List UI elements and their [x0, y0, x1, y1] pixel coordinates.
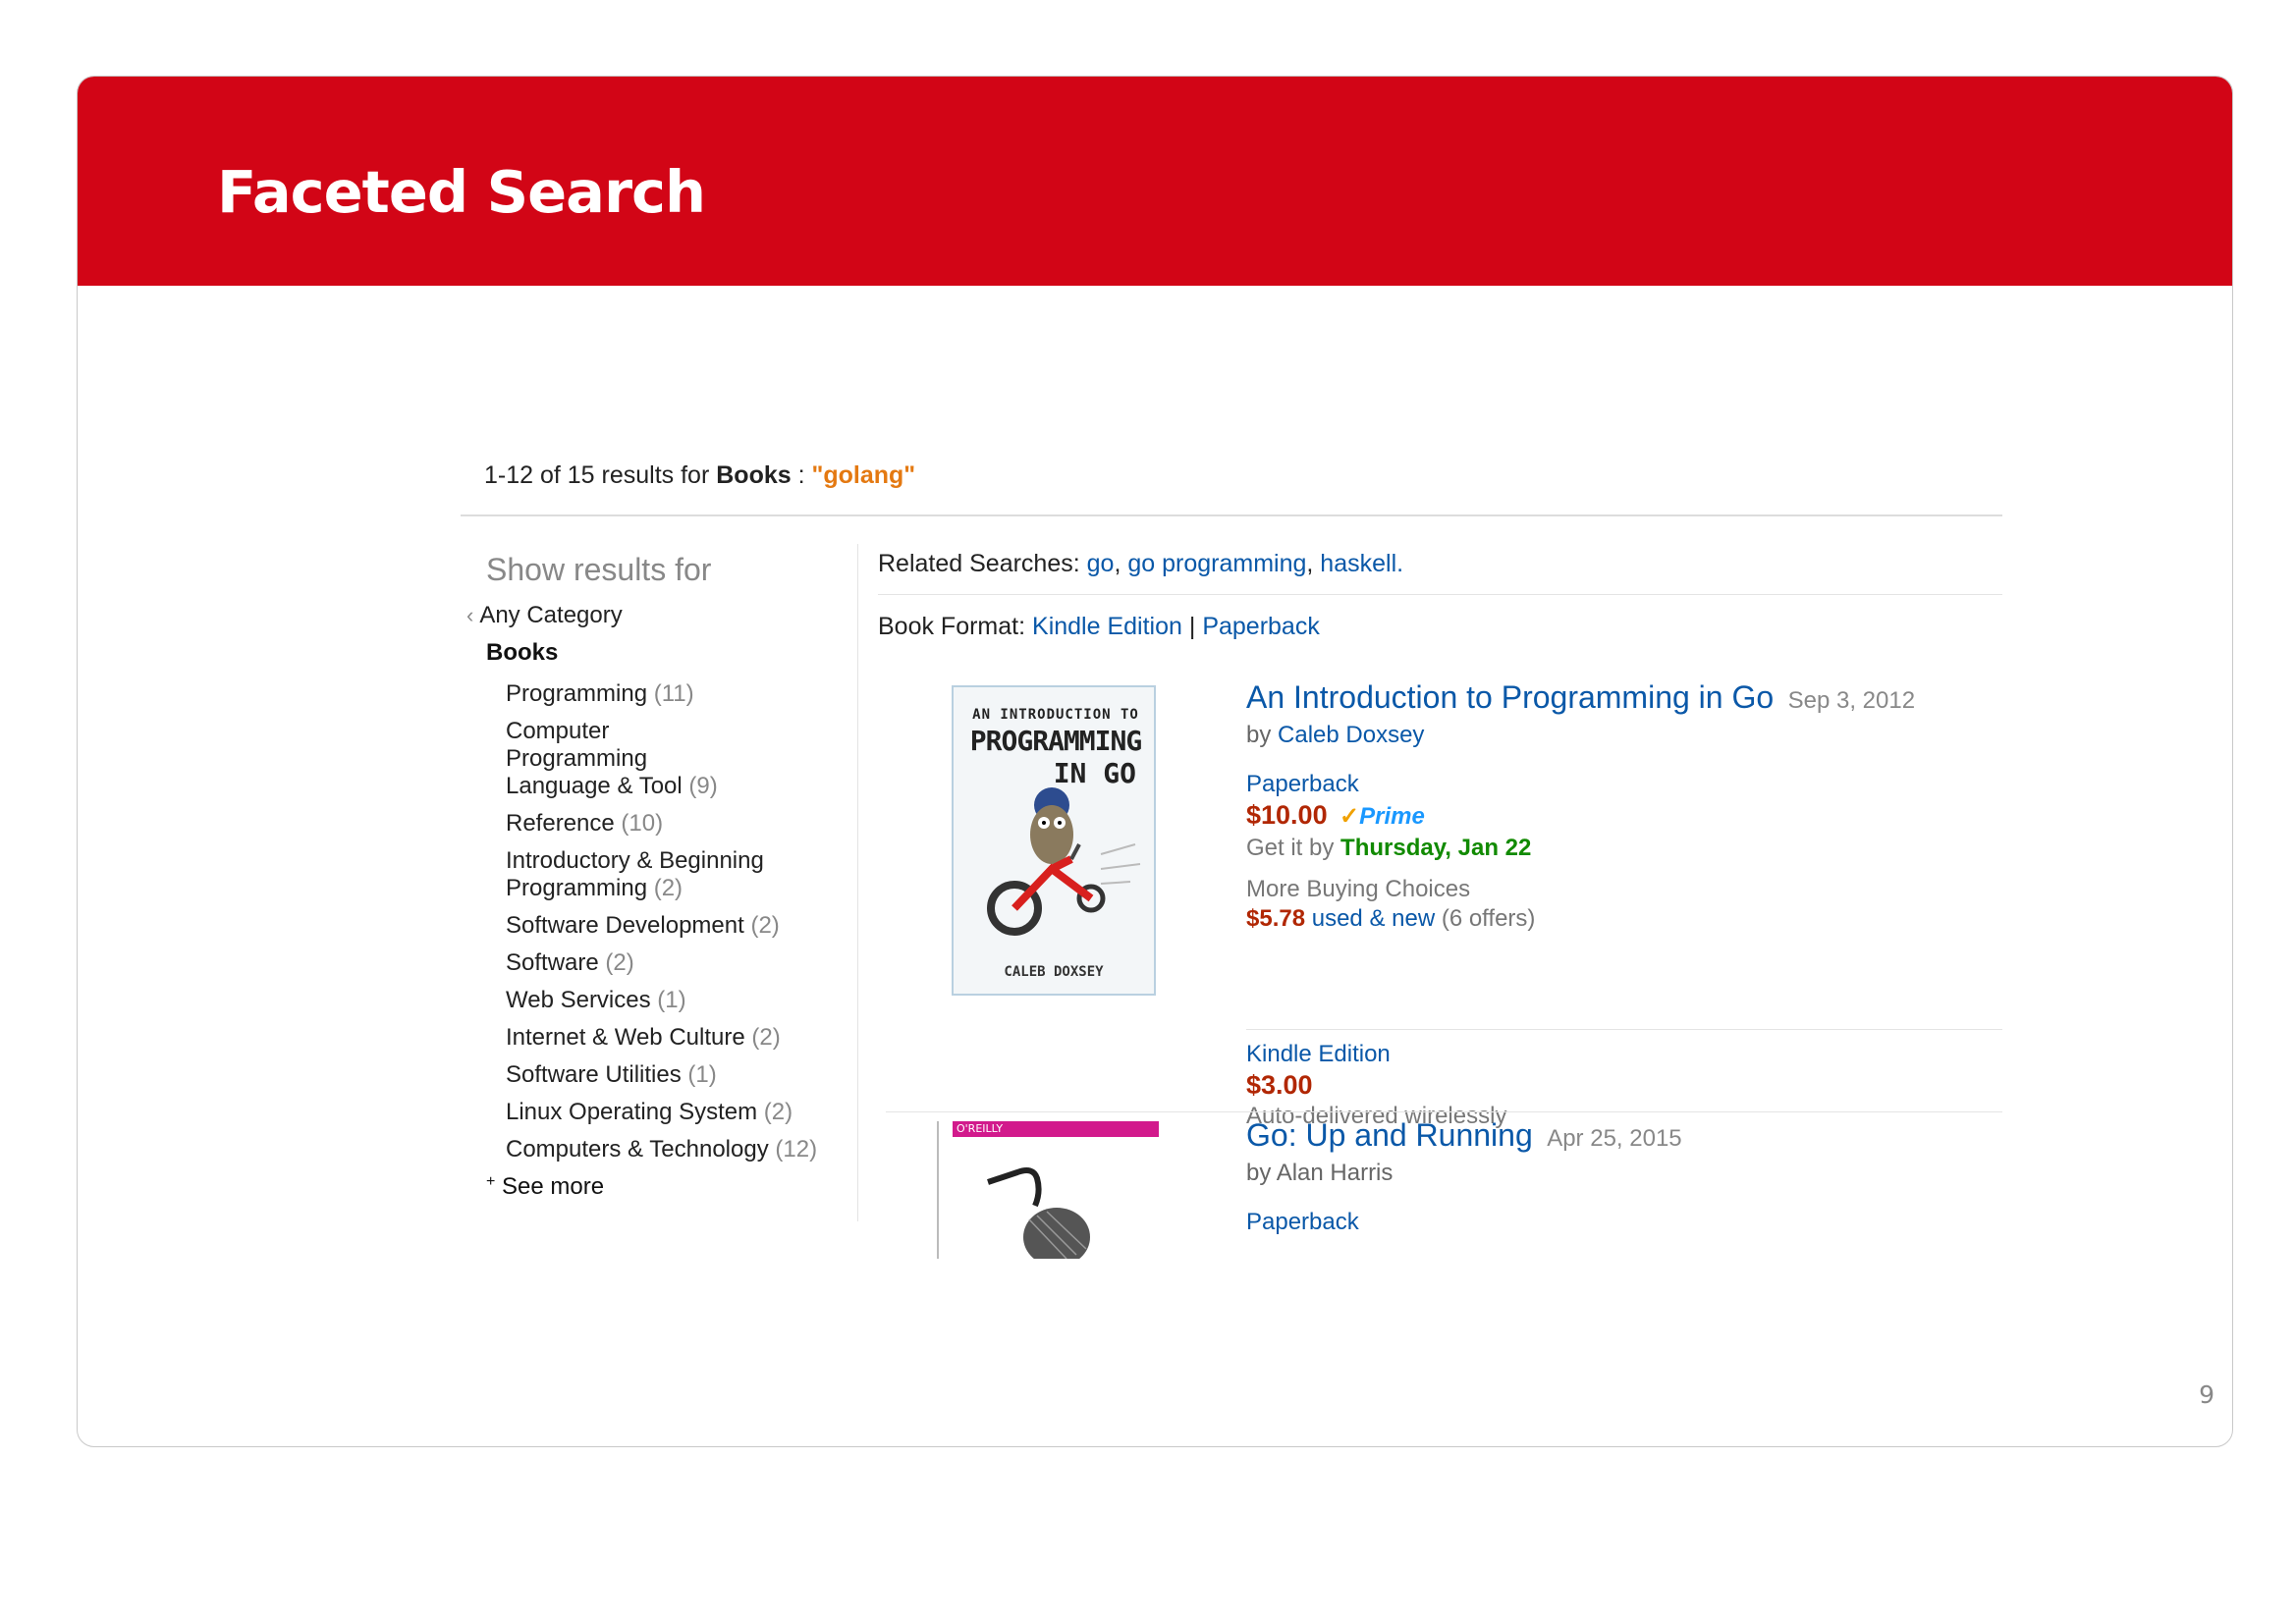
divider: [886, 1111, 2002, 1112]
category-label: Programming: [506, 680, 648, 707]
book-cover-image[interactable]: AN INTRODUCTION TO PROGRAMMING IN GO CAL…: [952, 685, 1156, 996]
check-icon: ✓: [1339, 803, 1360, 830]
divider: [878, 594, 2002, 595]
product-date: Sep 3, 2012: [1787, 687, 1916, 714]
book-format-label: Book Format:: [878, 613, 1026, 640]
kindle-price: $3.00: [1246, 1070, 1313, 1100]
results-colon: :: [797, 461, 805, 489]
product-info: An Introduction to Programming in Go Sep…: [1246, 679, 1915, 933]
category-count: (2): [751, 1024, 781, 1051]
title-banner: Faceted Search: [78, 77, 2232, 286]
category-item-computers-technology[interactable]: Computers & Technology (12): [506, 1136, 849, 1163]
slide-title: Faceted Search: [217, 158, 706, 226]
category-item-reference[interactable]: Reference (10): [506, 810, 849, 838]
category-label: Software Development: [506, 912, 744, 939]
category-count: (11): [653, 680, 694, 707]
category-item-software-development[interactable]: Software Development (2): [506, 912, 849, 940]
category-count: (2): [763, 1099, 793, 1125]
any-category-label: Any Category: [479, 602, 623, 628]
any-category-link[interactable]: ‹ Any Category: [466, 602, 849, 629]
product-title-link[interactable]: An Introduction to Programming in Go: [1246, 679, 1774, 715]
category-label: Computer Programming Language & Tool: [506, 718, 683, 799]
used-price: $5.78: [1246, 905, 1306, 932]
divider: [461, 514, 2002, 516]
product-info: Go: Up and Running Apr 25, 2015 by Alan …: [1246, 1117, 1682, 1236]
category-label: Linux Operating System: [506, 1099, 758, 1125]
category-label: Introductory & Beginning Programming: [506, 847, 764, 901]
book-cover-image[interactable]: O'REILLY: [937, 1121, 1175, 1259]
format-paperback-link[interactable]: Paperback: [1246, 771, 1915, 798]
delivery-prefix: Get it by: [1246, 835, 1335, 861]
product-date: Apr 25, 2015: [1547, 1125, 1682, 1152]
more-buying-choices: More Buying Choices: [1246, 876, 1471, 902]
heron-illustration: [987, 1167, 1090, 1259]
byline-prefix: by: [1246, 722, 1272, 748]
screenshot-search-results: 1-12 of 15 results for Books : "golang" …: [461, 442, 2002, 1259]
book-format-filter: Book Format: Kindle Edition | Paperback: [878, 613, 2002, 641]
category-item-internet-web-culture[interactable]: Internet & Web Culture (2): [506, 1024, 849, 1052]
product-byline: by Alan Harris: [1246, 1160, 1394, 1186]
see-more-link[interactable]: + See more: [486, 1173, 849, 1201]
category-item-software[interactable]: Software (2): [506, 949, 849, 977]
category-label: Software: [506, 949, 599, 976]
category-item-introductory-beginning[interactable]: Introductory & Beginning Programming (2): [506, 847, 791, 902]
page-number: 9: [2199, 1380, 2214, 1409]
category-item-web-services[interactable]: Web Services (1): [506, 987, 849, 1014]
format-paperback-link[interactable]: Paperback: [1202, 613, 1320, 640]
product-byline: by Caleb Doxsey: [1246, 722, 1915, 749]
format-separator: |: [1188, 613, 1196, 640]
results-summary: 1-12 of 15 results for Books : "golang": [484, 461, 915, 490]
slide: Faceted Search 1-12 of 15 results for Bo…: [77, 76, 2233, 1447]
category-item-programming[interactable]: Programming (11): [506, 680, 849, 708]
plus-icon: +: [486, 1173, 496, 1190]
category-count: (1): [687, 1061, 717, 1088]
category-facet-sidebar: Show results for ‹ Any Category Books Pr…: [466, 552, 849, 1201]
gopher-bike-illustration: [987, 787, 1141, 936]
divider: [1246, 1029, 2002, 1030]
related-link-go-programming[interactable]: go programming: [1127, 550, 1306, 577]
divider: [857, 544, 858, 1221]
format-paperback-link[interactable]: Paperback: [1246, 1209, 1682, 1236]
delivery-date: Thursday, Jan 22: [1340, 835, 1532, 861]
category-label: Web Services: [506, 987, 651, 1013]
category-label: Software Utilities: [506, 1061, 682, 1088]
related-link-haskell[interactable]: haskell.: [1320, 550, 1403, 577]
category-label: Computers & Technology: [506, 1136, 769, 1162]
results-category: Books: [716, 461, 792, 489]
chevron-left-icon: ‹: [466, 603, 474, 627]
category-count: (9): [688, 773, 718, 799]
cover-author: CALEB DOXSEY: [1004, 964, 1104, 980]
prime-label: Prime: [1359, 803, 1425, 830]
related-link-go[interactable]: go: [1087, 550, 1115, 577]
see-more-label: See more: [502, 1173, 605, 1200]
category-item-computer-programming-language[interactable]: Computer Programming Language & Tool (9): [506, 718, 732, 800]
category-label: Reference: [506, 810, 615, 837]
related-searches: Related Searches: go, go programming, ha…: [878, 550, 1404, 577]
format-kindle-link[interactable]: Kindle Edition: [1246, 1041, 1506, 1068]
category-item-software-utilities[interactable]: Software Utilities (1): [506, 1061, 849, 1089]
current-category: Books: [486, 639, 559, 666]
delivery-info: Get it by Thursday, Jan 22: [1246, 835, 1915, 862]
product-title-link[interactable]: Go: Up and Running: [1246, 1117, 1533, 1153]
results-range: 1-12 of 15 results for: [484, 461, 710, 489]
category-label: Internet & Web Culture: [506, 1024, 745, 1051]
offers-count: (6 offers): [1441, 905, 1536, 932]
used-new-link[interactable]: used & new: [1312, 905, 1435, 932]
prime-badge: ✓Prime: [1339, 803, 1425, 830]
category-count: (10): [621, 810, 664, 837]
category-count: (2): [605, 949, 634, 976]
category-count: (2): [750, 912, 780, 939]
price: $10.00: [1246, 800, 1328, 830]
category-count: (12): [775, 1136, 818, 1162]
facet-title: Show results for: [486, 552, 712, 587]
category-count: (2): [653, 875, 683, 901]
results-query: "golang": [811, 461, 916, 489]
format-kindle-link[interactable]: Kindle Edition: [1032, 613, 1182, 640]
category-item-linux-operating-system[interactable]: Linux Operating System (2): [506, 1099, 849, 1126]
related-searches-label: Related Searches:: [878, 550, 1080, 577]
category-count: (1): [657, 987, 686, 1013]
results-main: Related Searches: go, go programming, ha…: [878, 550, 2002, 1259]
author-link[interactable]: Caleb Doxsey: [1278, 722, 1424, 748]
